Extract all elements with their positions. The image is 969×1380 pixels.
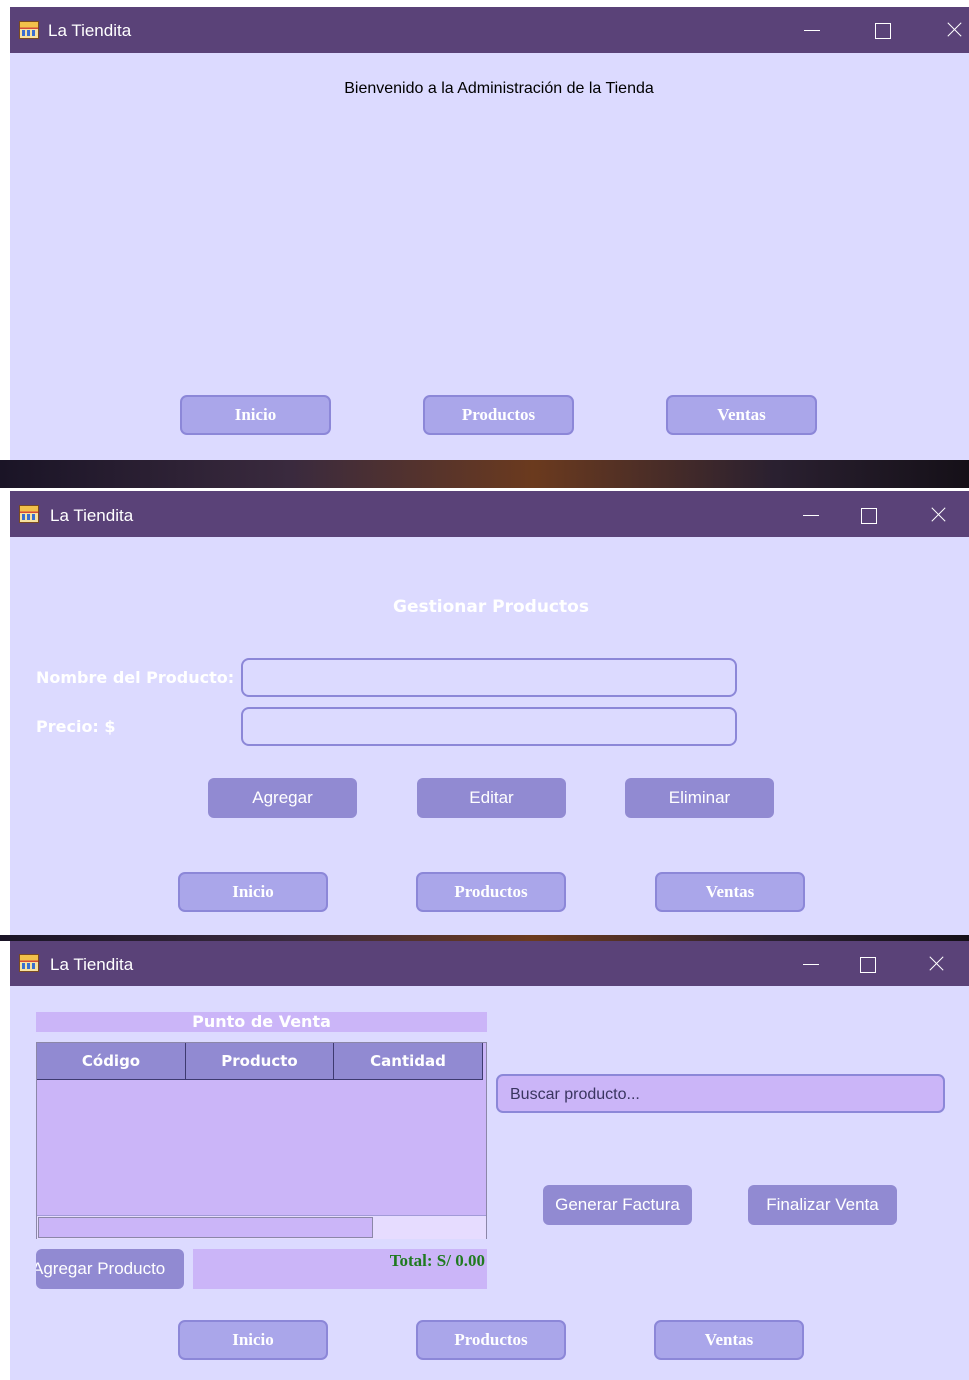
product-name-input[interactable] <box>241 658 737 697</box>
nav-productos-button[interactable]: Productos <box>423 395 574 435</box>
table-body <box>37 1080 486 1215</box>
nav-ventas-button[interactable]: Ventas <box>655 872 805 912</box>
nav-inicio-button[interactable]: Inicio <box>180 395 331 435</box>
maximize-icon[interactable] <box>862 13 902 47</box>
add-product-to-sale-label: Agregar Producto <box>36 1259 166 1278</box>
price-input[interactable] <box>241 707 737 746</box>
sales-window: La Tiendita Punto de Venta Código Produc… <box>10 941 969 1380</box>
close-icon[interactable] <box>918 498 958 532</box>
nav-ventas-button[interactable]: Ventas <box>654 1320 804 1360</box>
minimize-icon[interactable] <box>791 498 831 532</box>
scrollbar-thumb[interactable] <box>38 1217 373 1238</box>
column-header-producto[interactable]: Producto <box>186 1043 334 1080</box>
add-product-button[interactable]: Agregar <box>208 778 357 818</box>
maximize-icon[interactable] <box>847 947 887 981</box>
minimize-icon[interactable] <box>792 13 832 47</box>
nav-productos-button[interactable]: Productos <box>416 872 566 912</box>
title-bar[interactable]: La Tiendita <box>10 491 969 537</box>
sales-table[interactable]: Código Producto Cantidad <box>36 1042 487 1239</box>
maximize-icon[interactable] <box>848 498 888 532</box>
add-product-to-sale-button[interactable]: Agregar Producto <box>36 1249 184 1289</box>
column-header-codigo[interactable]: Código <box>37 1043 186 1080</box>
search-product-input[interactable]: Buscar producto... <box>496 1074 945 1113</box>
window-title: La Tiendita <box>50 955 134 974</box>
window-title: La Tiendita <box>48 21 132 40</box>
store-app-icon <box>19 505 39 523</box>
generate-invoice-button[interactable]: Generar Factura <box>543 1185 692 1225</box>
title-bar[interactable]: La Tiendita <box>10 7 969 53</box>
store-app-icon <box>19 21 39 39</box>
total-panel: Total: S/ 0.00 <box>193 1249 487 1289</box>
price-label: Precio: $ <box>36 717 116 736</box>
nav-productos-button[interactable]: Productos <box>416 1320 566 1360</box>
edit-product-button[interactable]: Editar <box>417 778 566 818</box>
store-app-icon <box>19 954 39 972</box>
finish-sale-button[interactable]: Finalizar Venta <box>748 1185 897 1225</box>
nav-ventas-button[interactable]: Ventas <box>666 395 817 435</box>
pos-heading: Punto de Venta <box>36 1012 487 1032</box>
product-name-label: Nombre del Producto: <box>36 668 235 687</box>
products-window: La Tiendita Gestionar Productos Nombre d… <box>10 491 969 935</box>
nav-inicio-button[interactable]: Inicio <box>178 872 328 912</box>
sale-total: Total: S/ 0.00 <box>389 1251 485 1270</box>
title-bar[interactable]: La Tiendita <box>10 941 969 986</box>
horizontal-scrollbar[interactable] <box>37 1215 486 1239</box>
nav-inicio-button[interactable]: Inicio <box>178 1320 328 1360</box>
desktop-backdrop-strip <box>0 460 969 488</box>
products-heading: Gestionar Productos <box>393 597 589 617</box>
column-header-cantidad[interactable]: Cantidad <box>334 1043 483 1080</box>
close-icon[interactable] <box>916 947 956 981</box>
welcome-text: Bienvenido a la Administración de la Tie… <box>344 80 654 97</box>
window-title: La Tiendita <box>50 506 134 525</box>
close-icon[interactable] <box>934 13 969 47</box>
delete-product-button[interactable]: Eliminar <box>625 778 774 818</box>
minimize-icon[interactable] <box>791 947 831 981</box>
home-window: La Tiendita Bienvenido a la Administraci… <box>10 7 969 460</box>
